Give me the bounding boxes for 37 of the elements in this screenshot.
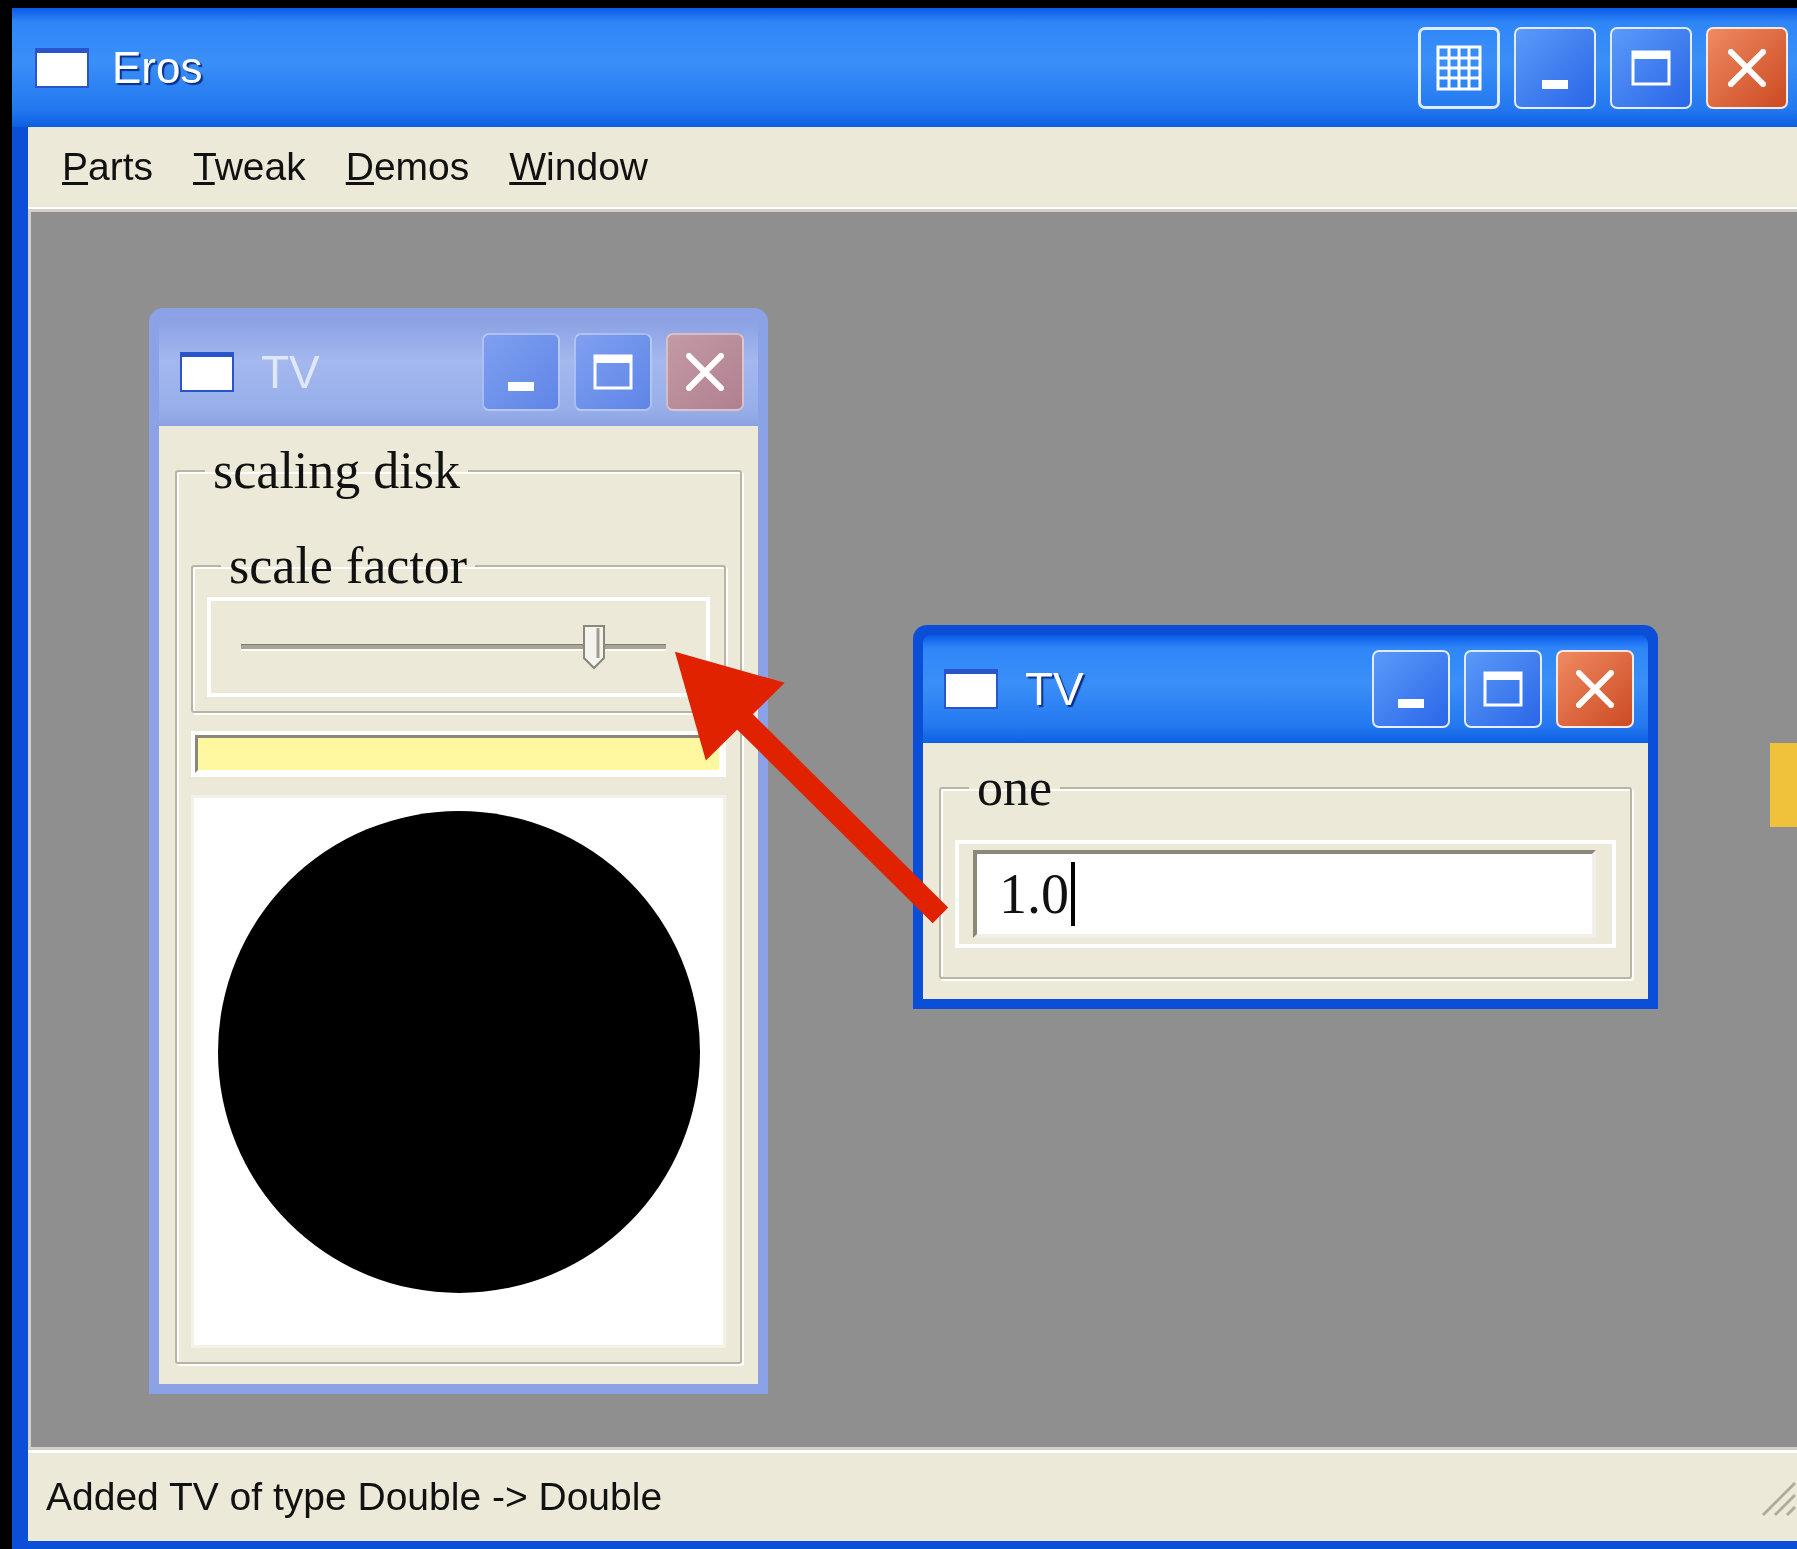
window-icon	[34, 46, 90, 89]
close-icon	[1728, 48, 1766, 87]
maximize-icon	[1631, 49, 1671, 86]
minimize-icon	[508, 382, 534, 391]
close-button[interactable]	[666, 333, 744, 411]
maximize-icon	[593, 354, 633, 390]
tile-button[interactable]	[1418, 26, 1500, 109]
minimize-button[interactable]	[1372, 650, 1450, 728]
group-label: scaling disk	[212, 444, 461, 499]
maximize-button[interactable]	[1610, 26, 1692, 109]
group-label: scale factor	[228, 538, 469, 594]
menu-item[interactable]: Parts	[42, 145, 174, 189]
minimize-icon	[1398, 699, 1424, 708]
close-button[interactable]	[1706, 26, 1788, 109]
grid-icon	[1436, 44, 1482, 91]
menu-item[interactable]: Demos	[325, 145, 490, 189]
menu-item[interactable]: Window	[489, 145, 668, 189]
menu-item[interactable]: Tweak	[173, 145, 326, 189]
window-title: TV	[1025, 662, 1085, 716]
window-title: TV	[261, 345, 321, 399]
slider[interactable]	[241, 624, 666, 671]
maximize-icon	[1483, 671, 1523, 707]
close-button[interactable]	[1556, 650, 1634, 728]
group-label: one	[976, 761, 1054, 816]
window-title: Eros	[112, 42, 204, 93]
input-field[interactable]: 1.0	[973, 849, 1596, 938]
minimize-button[interactable]	[1514, 26, 1596, 109]
minimize-icon	[1542, 79, 1568, 89]
slider-thumb[interactable]	[581, 624, 606, 671]
window-icon	[179, 351, 235, 393]
close-icon	[686, 353, 724, 391]
maximize-button[interactable]	[574, 333, 652, 411]
close-icon	[1576, 670, 1614, 708]
status-text: Added TV of type Double -> Double	[46, 1475, 664, 1519]
minimize-button[interactable]	[482, 333, 560, 411]
maximize-button[interactable]	[1464, 650, 1542, 728]
window-icon	[943, 668, 999, 710]
